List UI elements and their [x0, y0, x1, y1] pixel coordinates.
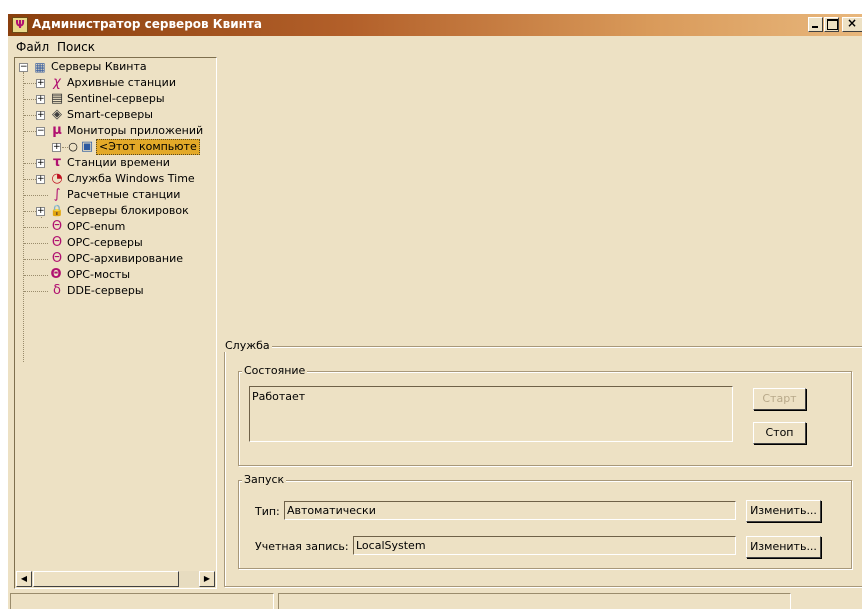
change-type-button[interactable]: Изменить...	[746, 500, 821, 522]
collapse-icon[interactable]: −	[19, 63, 28, 72]
scroll-right-button[interactable]: ▶	[199, 571, 215, 587]
tree-label: Smart-серверы	[67, 108, 153, 121]
chi-icon: χ	[53, 75, 61, 90]
theta-icon: Θ	[51, 235, 63, 250]
expand-icon[interactable]: +	[36, 207, 45, 216]
theta-bridge-icon: Θ	[50, 267, 61, 282]
theta-icon: Θ	[51, 219, 63, 234]
tree-label: Архивные станции	[67, 76, 176, 89]
tree-label: OPC-серверы	[67, 236, 143, 249]
state-group: Состояние Работает Старт Стоп	[238, 365, 852, 466]
launch-group-label: Запуск	[242, 473, 287, 486]
close-button[interactable]: ×	[842, 16, 862, 32]
tree-label: Sentinel-серверы	[67, 92, 165, 105]
delta-icon: δ	[53, 283, 61, 298]
server-icon: ▤	[50, 91, 64, 106]
scroll-thumb[interactable]	[33, 571, 179, 587]
computer-icon: ▣	[80, 139, 94, 154]
menu-search[interactable]: Поиск	[57, 40, 95, 54]
tree-item-time-stations[interactable]: + τ Станции времени	[15, 155, 215, 171]
tree-label: Расчетные станции	[67, 188, 181, 201]
tree-item-opc-bridges[interactable]: Θ OPC-мосты	[15, 267, 215, 283]
app-icon: Ψ	[12, 17, 28, 33]
integral-icon: ∫	[53, 187, 61, 202]
tree-label: Серверы блокировок	[67, 204, 189, 217]
status-panel-left	[10, 593, 274, 609]
tree-label: OPC-enum	[67, 220, 126, 233]
tree-label: OPC-архивирование	[67, 252, 183, 265]
tree-label: Мониторы приложений	[67, 124, 204, 137]
status-circle-icon: ○	[68, 140, 78, 153]
server-tree[interactable]: − ▦ Серверы Квинта + χ Архивные станции …	[14, 57, 217, 589]
arrow-left-icon: ◀	[20, 574, 28, 583]
service-group: Служба Состояние Работает Старт Стоп Зап…	[223, 340, 862, 587]
maximize-icon	[827, 19, 838, 30]
tree-root[interactable]: − ▦ Серверы Квинта	[15, 59, 215, 75]
tree-label: Станции времени	[67, 156, 170, 169]
state-value-box: Работает	[249, 386, 733, 442]
stop-button[interactable]: Стоп	[753, 422, 806, 444]
scroll-left-button[interactable]: ◀	[16, 571, 32, 587]
minimize-icon	[812, 26, 818, 28]
tree-item-this-computer[interactable]: + ○ ▣ <Этот компьюте	[15, 139, 215, 155]
expand-icon[interactable]: +	[52, 143, 61, 152]
window-title: Администратор серверов Квинта	[32, 17, 262, 31]
account-label: Учетная запись:	[255, 540, 349, 553]
account-field[interactable]: LocalSystem	[353, 536, 736, 555]
tree-item-monitors[interactable]: − μ Мониторы приложений	[15, 123, 215, 139]
tree-item-opc-servers[interactable]: Θ OPC-серверы	[15, 235, 215, 251]
tree-label-selected: <Этот компьюте	[96, 139, 200, 155]
tree-item-smart[interactable]: + ◈ Smart-серверы	[15, 107, 215, 123]
tree-label: OPC-мосты	[67, 268, 131, 281]
service-group-label: Служба	[223, 339, 272, 352]
state-group-label: Состояние	[242, 364, 308, 377]
servers-icon: ▦	[34, 60, 46, 74]
tree-item-windows-time[interactable]: + ◔ Служба Windows Time	[15, 171, 215, 187]
close-icon: ×	[847, 16, 858, 30]
tree-item-dde-servers[interactable]: δ DDE-серверы	[15, 283, 215, 299]
minimize-button[interactable]	[808, 17, 823, 32]
tree-item-sentinel[interactable]: + ▤ Sentinel-серверы	[15, 91, 215, 107]
tree-item-archive[interactable]: + χ Архивные станции	[15, 75, 215, 91]
disk-icon: ◈	[52, 107, 62, 122]
start-button[interactable]: Старт	[753, 388, 806, 410]
clock-icon: ◔	[51, 171, 63, 186]
launch-group: Запуск Тип: Автоматически Изменить... Уч…	[238, 474, 852, 569]
expand-icon[interactable]: +	[36, 79, 45, 88]
tau-icon: τ	[52, 155, 62, 170]
tree-item-lock-servers[interactable]: + 🔒 Серверы блокировок	[15, 203, 215, 219]
type-label: Тип:	[255, 505, 280, 518]
lock-icon: 🔒	[50, 204, 64, 217]
mu-icon: μ	[52, 123, 62, 138]
expand-icon[interactable]: +	[36, 95, 45, 104]
tree-label: DDE-серверы	[67, 284, 144, 297]
tree-label: Серверы Квинта	[51, 60, 147, 73]
change-account-button[interactable]: Изменить...	[746, 536, 821, 558]
status-panel-main	[278, 593, 791, 609]
collapse-icon[interactable]: −	[36, 127, 45, 136]
title-bar[interactable]: Ψ Администратор серверов Квинта ×	[8, 14, 862, 36]
tree-item-opc-enum[interactable]: Θ OPC-enum	[15, 219, 215, 235]
tree-item-opc-archiving[interactable]: Θ OPC-архивирование	[15, 251, 215, 267]
tree-label: Служба Windows Time	[67, 172, 195, 185]
menu-file[interactable]: Файл	[16, 40, 49, 54]
expand-icon[interactable]: +	[36, 175, 45, 184]
tree-item-calc-stations[interactable]: ∫ Расчетные станции	[15, 187, 215, 203]
menu-bar: Файл Поиск	[8, 38, 862, 56]
maximize-button[interactable]	[824, 17, 839, 32]
expand-icon[interactable]: +	[36, 159, 45, 168]
status-bar	[10, 593, 862, 609]
app-window: Ψ Администратор серверов Квинта × Файл П…	[7, 14, 862, 609]
theta-icon: Θ	[51, 251, 63, 266]
tree-horizontal-scrollbar[interactable]: ◀ ▶	[16, 571, 215, 587]
arrow-right-icon: ▶	[203, 574, 211, 583]
expand-icon[interactable]: +	[36, 111, 45, 120]
type-field[interactable]: Автоматически	[284, 501, 736, 520]
